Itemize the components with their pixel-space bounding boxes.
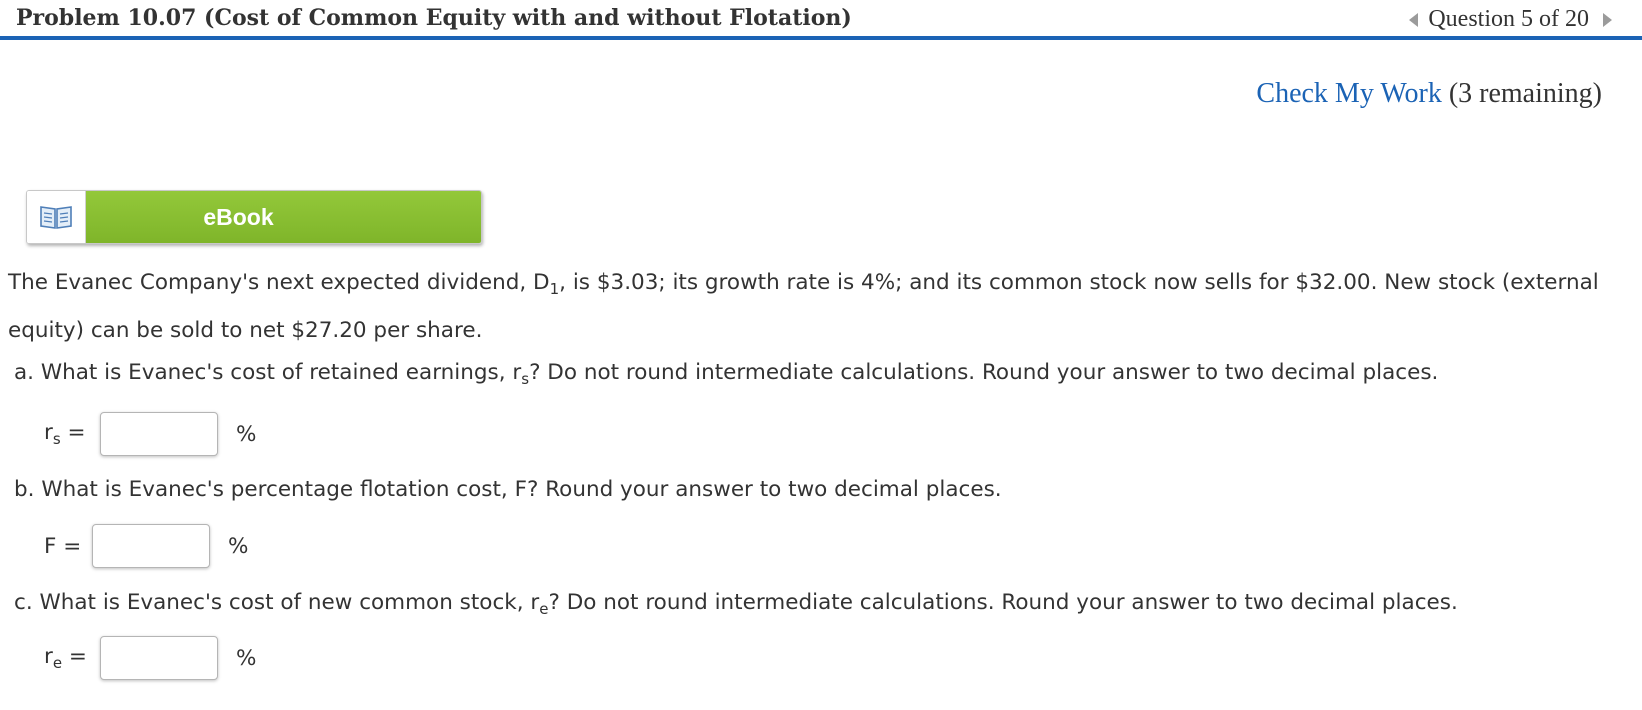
question-a: a. What is Evanec's cost of retained ear… (14, 360, 1439, 388)
question-c: c. What is Evanec's cost of new common s… (14, 590, 1458, 618)
re-answer-input[interactable] (100, 636, 218, 680)
check-my-work-link[interactable]: Check My Work (1256, 78, 1441, 109)
rs-answer-input[interactable] (100, 412, 218, 456)
header-bar: Problem 10.07 (Cost of Common Equity wit… (0, 0, 1642, 40)
remaining-attempts: (3 remaining) (1448, 78, 1602, 109)
previous-question-arrow-icon[interactable] (1409, 12, 1419, 27)
f-answer-input[interactable] (92, 524, 210, 568)
answer-row-a: rs = % (44, 412, 256, 456)
problem-title: Problem 10.07 (Cost of Common Equity wit… (16, 5, 852, 31)
ebook-label: eBook (86, 191, 481, 243)
question-counter: Question 5 of 20 (1428, 6, 1589, 32)
book-icon (40, 206, 72, 229)
check-my-work-row: Check My Work (3 remaining) (1256, 78, 1602, 110)
percent-unit-b: % (228, 533, 249, 559)
problem-statement: The Evanec Company's next expected divid… (8, 270, 1599, 343)
percent-unit-a: % (236, 421, 257, 447)
answer-row-b: F = % (44, 524, 248, 568)
answer-row-c: re = % (44, 636, 256, 680)
variable-label-re: re = (44, 644, 87, 672)
ebook-icon-container (27, 191, 86, 243)
variable-label-rs: rs = (44, 420, 86, 448)
percent-unit-c: % (236, 645, 257, 671)
question-b: b. What is Evanec's percentage flotation… (14, 477, 1002, 502)
ebook-button[interactable]: eBook (26, 190, 482, 244)
variable-label-f: F = (44, 533, 82, 559)
question-navigator: Question 5 of 20 (1409, 6, 1612, 33)
next-question-arrow-icon[interactable] (1603, 12, 1612, 27)
